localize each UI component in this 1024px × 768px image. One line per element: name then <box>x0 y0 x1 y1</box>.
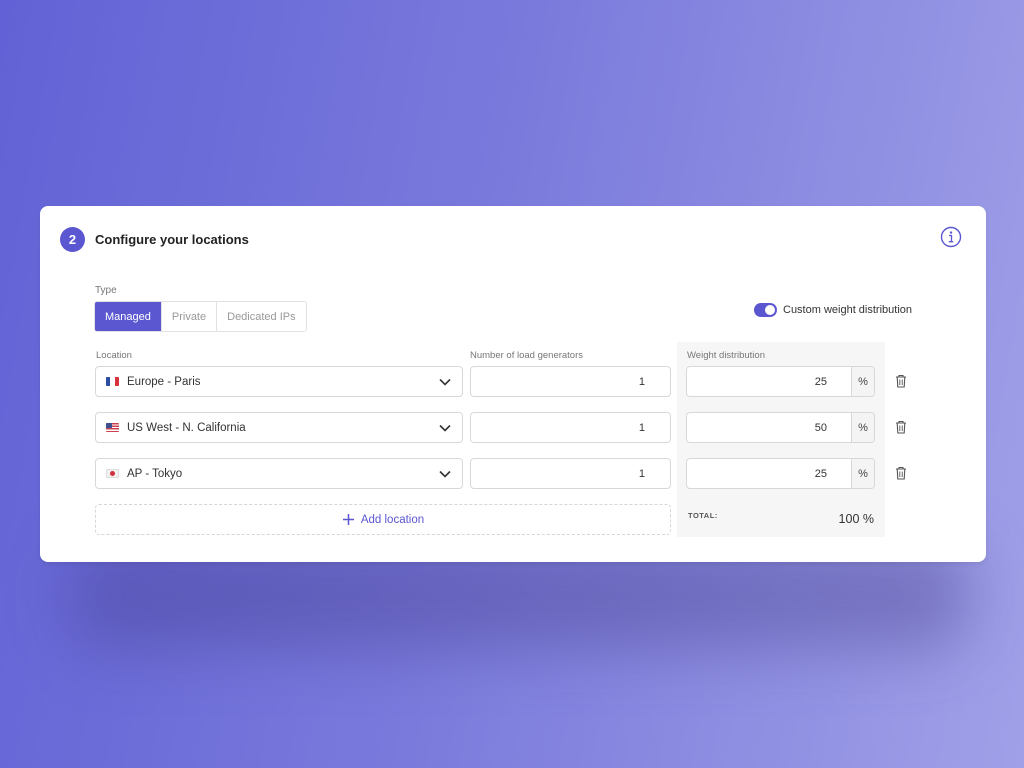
trash-icon[interactable] <box>893 373 909 389</box>
weight-input[interactable]: 25 <box>687 459 851 488</box>
configure-locations-card: 2 Configure your locations Type Managed … <box>40 206 986 562</box>
load-generators-input[interactable]: 1 <box>470 366 671 397</box>
type-label: Type <box>95 285 117 296</box>
chevron-down-icon <box>439 424 451 432</box>
weight-column-label: Weight distribution <box>687 350 765 361</box>
custom-weight-label: Custom weight distribution <box>783 304 913 316</box>
location-column-label: Location <box>96 350 132 361</box>
weight-input-group: 25 % <box>686 458 875 489</box>
weight-input-group: 25 % <box>686 366 875 397</box>
trash-icon[interactable] <box>893 465 909 481</box>
custom-weight-toggle-wrap[interactable]: Custom weight distribution <box>754 303 912 317</box>
type-option-managed[interactable]: Managed <box>95 302 162 331</box>
percent-unit: % <box>851 367 874 396</box>
card-title: Configure your locations <box>95 232 249 247</box>
us-flag-icon <box>106 423 119 432</box>
percent-unit: % <box>851 413 874 442</box>
add-location-button[interactable]: Add location <box>95 504 671 535</box>
type-segmented-control: Managed Private Dedicated IPs <box>94 301 307 332</box>
chevron-down-icon <box>439 470 451 478</box>
location-select[interactable]: AP - Tokyo <box>95 458 463 489</box>
location-value: US West - N. California <box>127 421 246 434</box>
load-generators-column-label: Number of load generators <box>470 350 584 361</box>
location-select[interactable]: Europe - Paris <box>95 366 463 397</box>
trash-icon[interactable] <box>893 419 909 435</box>
type-option-private[interactable]: Private <box>161 302 218 331</box>
france-flag-icon <box>106 377 119 386</box>
location-value: Europe - Paris <box>127 375 201 388</box>
info-icon[interactable] <box>940 226 962 248</box>
weight-input-group: 50 % <box>686 412 875 443</box>
total-label: TOTAL: <box>688 511 718 520</box>
location-value: AP - Tokyo <box>127 467 183 480</box>
load-generators-input[interactable]: 1 <box>470 458 671 489</box>
type-option-dedicated-ips[interactable]: Dedicated IPs <box>217 302 306 331</box>
total-value: 100 % <box>838 512 874 526</box>
japan-flag-icon <box>106 469 119 478</box>
add-location-label: Add location <box>360 513 425 526</box>
custom-weight-toggle[interactable] <box>754 303 777 317</box>
weight-input[interactable]: 50 <box>687 413 851 442</box>
step-number-badge: 2 <box>60 227 85 252</box>
load-generators-input[interactable]: 1 <box>470 412 671 443</box>
percent-unit: % <box>851 459 874 488</box>
plus-icon <box>342 514 354 525</box>
location-select[interactable]: US West - N. California <box>95 412 463 443</box>
chevron-down-icon <box>439 378 451 386</box>
weight-input[interactable]: 25 <box>687 367 851 396</box>
